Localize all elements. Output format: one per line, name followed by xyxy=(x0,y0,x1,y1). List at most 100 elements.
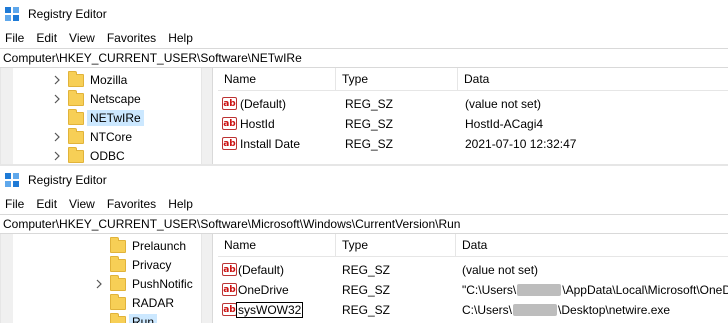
menu-view[interactable]: View xyxy=(63,28,101,48)
folder-icon xyxy=(68,108,84,125)
registry-editor-icon xyxy=(5,173,19,187)
menu-bar: File Edit View Favorites Help xyxy=(0,194,199,214)
values-list: Name Type Data ab (Default) REG_SZ (valu… xyxy=(218,68,728,165)
address-path[interactable]: Computer\HKEY_CURRENT_USER\Software\NETw… xyxy=(0,51,302,65)
address-path[interactable]: Computer\HKEY_CURRENT_USER\Software\Micr… xyxy=(0,217,460,231)
menu-favorites[interactable]: Favorites xyxy=(101,28,162,48)
tree-scrollbar-right[interactable] xyxy=(201,234,212,323)
chevron-right-icon[interactable] xyxy=(94,279,104,289)
table-row[interactable]: ab OneDrive REG_SZ "C:\Users\ \AppData\Lo… xyxy=(218,280,728,300)
value-type: REG_SZ xyxy=(342,263,391,277)
tree-item-label: Prelaunch xyxy=(132,239,187,253)
column-name[interactable]: Name xyxy=(218,68,336,90)
menu-file[interactable]: File xyxy=(0,28,30,48)
string-value-icon: ab xyxy=(222,283,237,296)
tree-item-privacy[interactable]: Privacy xyxy=(110,255,171,275)
chevron-right-icon[interactable] xyxy=(52,132,62,142)
window-title: Registry Editor xyxy=(28,7,107,21)
string-value-icon: ab xyxy=(222,137,237,150)
string-value-icon: ab xyxy=(222,263,237,276)
value-type: REG_SZ xyxy=(345,97,394,111)
redacted-username xyxy=(517,284,562,296)
tree-item-label: Netscape xyxy=(90,92,141,106)
value-name-editor[interactable]: sysWOW32 xyxy=(236,300,304,320)
address-bar[interactable]: Computer\HKEY_CURRENT_USER\Software\NETw… xyxy=(0,48,728,68)
table-row[interactable]: ab HostId REG_SZ HostId-ACagi4 xyxy=(218,114,728,134)
value-type: REG_SZ xyxy=(345,117,394,131)
title-bar: Registry Editor xyxy=(0,166,728,194)
tree-scrollbar-right[interactable] xyxy=(201,68,212,165)
folder-icon xyxy=(68,127,84,144)
menu-edit[interactable]: Edit xyxy=(30,194,63,214)
tree-item-netwire[interactable]: NETwIRe xyxy=(68,108,144,128)
column-data[interactable]: Data xyxy=(456,234,728,256)
chevron-right-icon[interactable] xyxy=(52,151,62,161)
registry-editor-icon xyxy=(5,7,19,21)
value-name: (Default) xyxy=(238,263,285,277)
folder-icon xyxy=(110,236,126,253)
tree-item-mozilla[interactable]: Mozilla xyxy=(52,70,127,90)
menu-help[interactable]: Help xyxy=(162,194,199,214)
menu-view[interactable]: View xyxy=(63,194,101,214)
value-data: 2021-07-10 12:32:47 xyxy=(465,137,577,151)
chevron-right-icon[interactable] xyxy=(52,75,62,85)
value-name: (Default) xyxy=(240,97,287,111)
tree-item-label: Run xyxy=(129,314,158,323)
table-row[interactable]: ab (Default) REG_SZ (value not set) xyxy=(218,260,728,280)
value-data-text: (value not set) xyxy=(462,263,539,277)
table-row[interactable]: ab (Default) REG_SZ (value not set) xyxy=(218,94,728,114)
value-data: C:\Users\ \Desktop\netwire.exe xyxy=(462,300,670,320)
column-name[interactable]: Name xyxy=(218,234,336,256)
menu-file[interactable]: File xyxy=(0,194,30,214)
chevron-right-icon[interactable] xyxy=(52,94,62,104)
value-type: REG_SZ xyxy=(342,303,391,317)
values-list: Name Type Data ab (Default) REG_SZ (valu… xyxy=(218,234,728,323)
folder-icon xyxy=(110,274,126,291)
tree-item-label: NTCore xyxy=(90,130,133,144)
value-data: (value not set) xyxy=(465,97,542,111)
menu-help[interactable]: Help xyxy=(162,28,199,48)
string-value-icon: ab xyxy=(222,97,237,110)
menu-edit[interactable]: Edit xyxy=(30,28,63,48)
folder-icon xyxy=(110,312,126,323)
value-data: (value not set) xyxy=(462,260,538,280)
folder-icon xyxy=(68,70,84,87)
list-header: Name Type Data xyxy=(218,68,728,91)
tree-item-pushnotifications[interactable]: PushNotific xyxy=(94,274,193,294)
tree-item-run[interactable]: Run xyxy=(110,312,158,323)
column-type[interactable]: Type xyxy=(336,68,458,90)
tree-item-label: Mozilla xyxy=(90,73,128,87)
tree-scrollbar[interactable] xyxy=(0,234,13,323)
folder-icon xyxy=(68,89,84,106)
value-data-suffix: \AppData\Local\Microsoft\OneD xyxy=(562,283,728,297)
value-data: HostId-ACagi4 xyxy=(465,117,544,131)
window-title: Registry Editor xyxy=(28,173,107,187)
registry-editor-window-bottom: Registry Editor File Edit View Favorites… xyxy=(0,166,728,323)
table-row[interactable]: ab Install Date REG_SZ 2021-07-10 12:32:… xyxy=(218,134,728,154)
tree-item-label: ODBC xyxy=(90,149,125,163)
value-type: REG_SZ xyxy=(342,283,391,297)
tree-item-label: RADAR xyxy=(132,296,175,310)
tree-item-radar[interactable]: RADAR xyxy=(110,293,174,313)
menu-favorites[interactable]: Favorites xyxy=(101,194,162,214)
title-bar: Registry Editor xyxy=(0,0,728,28)
value-name: OneDrive xyxy=(238,283,289,297)
key-tree: Mozilla Netscape NETwIRe NTCore ODBC xyxy=(0,68,213,165)
value-name: HostId xyxy=(240,117,275,131)
value-name[interactable]: sysWOW32 xyxy=(236,302,304,318)
value-name: Install Date xyxy=(240,137,301,151)
tree-item-netscape[interactable]: Netscape xyxy=(52,89,141,109)
value-data: "C:\Users\ \AppData\Local\Microsoft\OneD xyxy=(462,280,728,300)
tree-item-prelaunch[interactable]: Prelaunch xyxy=(110,236,186,256)
key-tree: Prelaunch Privacy PushNotific RADAR Run xyxy=(0,234,213,323)
tree-scrollbar[interactable] xyxy=(0,68,13,165)
folder-icon xyxy=(110,255,126,272)
address-bar[interactable]: Computer\HKEY_CURRENT_USER\Software\Micr… xyxy=(0,214,728,234)
value-data-suffix: \Desktop\netwire.exe xyxy=(558,303,671,317)
redacted-username xyxy=(513,304,558,316)
tree-item-ntcore[interactable]: NTCore xyxy=(52,127,132,147)
column-type[interactable]: Type xyxy=(336,234,456,256)
table-row[interactable]: ab sysWOW32 REG_SZ C:\Users\ \Desktop\net… xyxy=(218,300,728,320)
column-data[interactable]: Data xyxy=(458,68,728,90)
tree-item-odbc[interactable]: ODBC xyxy=(52,146,125,165)
